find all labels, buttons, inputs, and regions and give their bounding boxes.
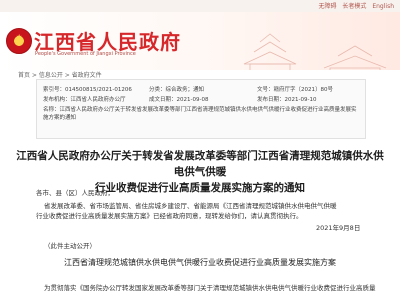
body-line: 行业收费促进行业高质量发展实施方案》已经省政府同意，现转发给你们，请认真贯彻执行… (36, 212, 303, 220)
breadcrumb[interactable]: 首页 > 信息公开 > 省政府文件 (18, 70, 102, 79)
elder-mode-link[interactable]: 长者模式 (342, 3, 366, 10)
english-link[interactable]: English (372, 3, 394, 10)
utility-links: 无障碍 长者模式 English (314, 1, 394, 10)
attachment-title: 江西省清理规范城镇供水供电供气供暖行业收费促进行业高质量发展实施方案 (64, 258, 336, 267)
document-name: 名称：江西省人民政府办公厅关于转发省发展改革委等部门江西省清理规范城镇供水供电供… (43, 107, 357, 121)
index-number: 索引号：014500815/2021-01206 (43, 87, 132, 93)
publish-date: 发布日期：2021-09-10 (257, 97, 317, 103)
issuer: 发布机构：江西省人民政府办公厅 (43, 97, 126, 103)
body-line: 为贯彻落实《国务院办公厅转发国家发展改革委等部门关于清理规范城镇供水供电供气供暖… (44, 284, 376, 292)
doc-number: 文号：赣府厅字〔2021〕80号 (257, 87, 334, 93)
document-metadata-box: 索引号：014500815/2021-01206 分类：综合政务；通知 文号：赣… (36, 79, 366, 139)
top-utility-bar: 无障碍 长者模式 English (0, 0, 400, 12)
signature-date: 2021年9月8日 (316, 224, 361, 232)
pavilion-skyline-illustration (243, 33, 387, 70)
written-date: 成文日期：2021-09-08 (149, 97, 209, 103)
public-note: （此件主动公开） (44, 242, 96, 250)
title-line-1: 江西省人民政府办公厅关于转发省发展改革委等部门江西省清理规范城镇供水供电供气供暖 (16, 150, 384, 178)
national-emblem-logo[interactable]: ★ (6, 28, 32, 54)
accessibility-link[interactable]: 无障碍 (318, 3, 336, 10)
category: 分类：综合政务；通知 (149, 87, 205, 93)
addressee: 各市、县（区）人民政府， (36, 189, 114, 197)
body-line: 省发展改革委、省市场监管局、省住房城乡建设厅、省能源局《江西省清理规范城镇供水供… (44, 202, 337, 210)
site-subtitle: People's Government of Jiangxi Province (35, 51, 136, 57)
